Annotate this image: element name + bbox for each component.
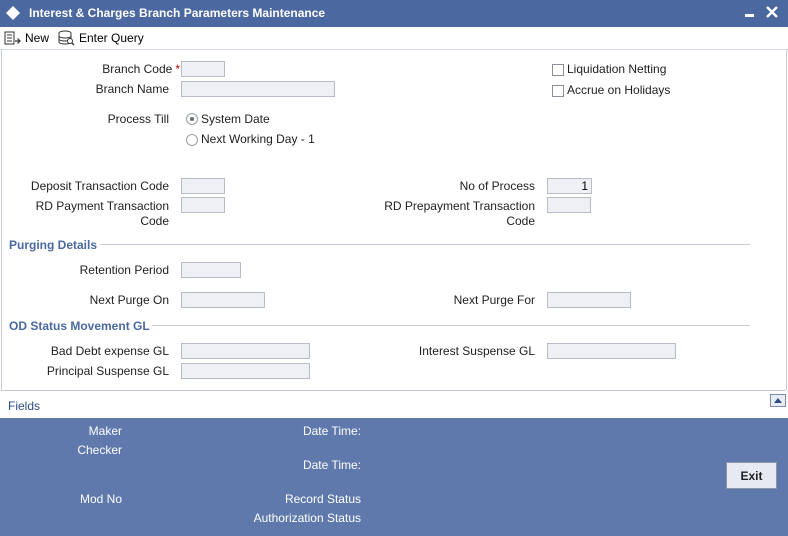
interest-suspense-gl-input[interactable] — [547, 343, 676, 359]
od-status-heading: OD Status Movement GL — [9, 319, 150, 333]
rd-payment-transaction-code-input[interactable] — [181, 197, 225, 213]
close-icon[interactable] — [764, 2, 780, 22]
new-document-icon — [4, 31, 21, 44]
enter-query-button[interactable]: Enter Query — [58, 29, 144, 47]
window-titlebar: Interest & Charges Branch Parameters Mai… — [0, 0, 788, 27]
collapse-up-icon[interactable] — [770, 394, 786, 407]
rd-prepayment-transaction-code-input[interactable] — [547, 197, 591, 213]
fields-link[interactable]: Fields — [8, 399, 40, 413]
principal-suspense-gl-label: Principal Suspense GL — [46, 364, 169, 378]
audit-footer: Maker Checker Date Time: Date Time: Mod … — [0, 418, 788, 536]
required-marker: * — [175, 62, 180, 76]
maker-date-time-label: Date Time: — [302, 424, 361, 438]
checker-label: Checker — [77, 443, 122, 457]
branch-code-input[interactable] — [181, 61, 225, 77]
minimize-icon[interactable] — [742, 2, 758, 22]
enter-query-label: Enter Query — [79, 31, 144, 45]
window-title: Interest & Charges Branch Parameters Mai… — [29, 6, 326, 20]
branch-name-input[interactable] — [181, 81, 335, 97]
new-button[interactable]: New — [4, 29, 49, 47]
purging-details-divider — [100, 244, 750, 245]
accrue-on-holidays-label: Accrue on Holidays — [567, 83, 671, 97]
new-label: New — [25, 31, 50, 45]
accrue-on-holidays-checkbox[interactable] — [552, 85, 564, 97]
record-status-label: Record Status — [284, 492, 361, 506]
maker-label: Maker — [88, 424, 122, 438]
next-purge-for-input[interactable] — [547, 292, 631, 308]
interest-suspense-gl-label: Interest Suspense GL — [418, 344, 535, 358]
no-of-process-input[interactable] — [547, 178, 592, 194]
bad-debt-expense-gl-input[interactable] — [181, 343, 310, 359]
deposit-transaction-code-input[interactable] — [181, 178, 225, 194]
process-till-label: Process Till — [107, 112, 169, 126]
liquidation-netting-label: Liquidation Netting — [567, 62, 667, 76]
purging-details-heading: Purging Details — [9, 238, 98, 252]
deposit-transaction-code-label: Deposit Transaction Code — [30, 179, 169, 193]
authorization-status-label: Authorization Status — [253, 511, 361, 525]
rd-prepayment-transaction-code-label: RD Prepayment Transaction Code — [384, 199, 535, 228]
branch-name-label: Branch Name — [95, 82, 169, 96]
principal-suspense-gl-input[interactable] — [181, 363, 310, 379]
next-purge-on-input[interactable] — [181, 292, 265, 308]
bad-debt-expense-gl-label: Bad Debt expense GL — [50, 344, 169, 358]
branch-code-label: Branch Code * — [102, 62, 180, 76]
database-query-icon — [58, 30, 75, 46]
exit-button[interactable]: Exit — [726, 462, 777, 489]
retention-period-label: Retention Period — [79, 263, 169, 277]
next-purge-on-label: Next Purge On — [89, 293, 169, 307]
system-date-radio[interactable] — [186, 113, 198, 125]
next-working-day-radio[interactable] — [186, 134, 198, 146]
liquidation-netting-checkbox[interactable] — [552, 64, 564, 76]
od-status-divider — [152, 325, 750, 326]
retention-period-input[interactable] — [181, 262, 241, 278]
no-of-process-label: No of Process — [459, 179, 535, 193]
toolbar: New Enter Query — [0, 27, 788, 50]
next-purge-for-label: Next Purge For — [453, 293, 535, 307]
system-date-label: System Date — [201, 112, 270, 126]
rd-payment-transaction-code-label: RD Payment Transaction Code — [35, 199, 169, 228]
next-working-day-label: Next Working Day - 1 — [201, 132, 315, 146]
mod-no-label: Mod No — [79, 492, 122, 506]
fields-bar: Fields — [1, 390, 786, 419]
checker-date-time-label: Date Time: — [302, 458, 361, 472]
app-diamond-icon — [6, 6, 20, 20]
